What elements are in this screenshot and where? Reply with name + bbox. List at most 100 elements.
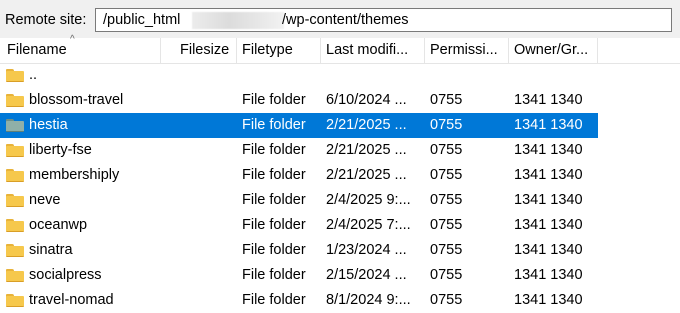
file-name-cell: membershiply xyxy=(29,167,120,183)
file-type-cell: File folder xyxy=(242,142,306,158)
file-size-cell xyxy=(180,63,232,88)
file-name-cell: hestia xyxy=(29,117,68,133)
column-header-permissions[interactable]: Permissi... xyxy=(430,38,506,63)
owner-group-cell: 1341 1340 xyxy=(514,267,583,283)
file-row[interactable]: travel-nomad File folder 8/1/2024 9:... 075… xyxy=(0,288,598,313)
permissions-cell: 0755 xyxy=(430,242,463,258)
file-name-cell: blossom-travel xyxy=(29,92,124,108)
owner-group-cell: 1341 1340 xyxy=(514,217,583,233)
file-name-cell: oceanwp xyxy=(29,217,88,233)
file-type-cell: File folder xyxy=(242,217,306,233)
file-size-cell xyxy=(180,238,232,263)
folder-icon xyxy=(6,144,24,157)
permissions-cell: 0755 xyxy=(430,142,463,158)
folder-icon xyxy=(6,169,24,182)
file-type-cell: File folder xyxy=(242,292,306,308)
last-modified-cell: 2/21/2025 ... xyxy=(326,142,407,158)
file-name-cell: neve xyxy=(29,192,61,208)
permissions-cell xyxy=(430,63,506,88)
file-row[interactable]: neve File folder 2/4/2025 9:... 0755 1341 13… xyxy=(0,188,598,213)
file-row[interactable]: hestia File folder 2/21/2025 ... 0755 1341 1… xyxy=(0,113,598,138)
file-row[interactable]: liberty-fse File folder 2/21/2025 ... 0755 1… xyxy=(0,138,598,163)
file-size-cell xyxy=(180,88,232,113)
owner-group-cell: 1341 1340 xyxy=(514,292,583,308)
redacted-path-segment xyxy=(192,12,284,29)
column-header-last-modified[interactable]: Last modifi... xyxy=(326,38,422,63)
file-size-cell xyxy=(180,213,232,238)
remote-site-bar: Remote site: /public_html /wp-content/th… xyxy=(0,0,680,38)
column-divider[interactable] xyxy=(236,38,237,63)
file-row[interactable]: oceanwp File folder 2/4/2025 7:... 0755 1341… xyxy=(0,213,598,238)
file-name-cell: travel-nomad xyxy=(29,292,114,308)
column-divider[interactable] xyxy=(320,38,321,63)
file-type-cell xyxy=(242,63,320,88)
file-size-cell xyxy=(180,113,232,138)
folder-icon xyxy=(6,244,24,257)
folder-icon xyxy=(6,294,24,307)
owner-group-cell: 1341 1340 xyxy=(514,242,583,258)
file-name-cell: socialpress xyxy=(29,267,102,283)
file-type-cell: File folder xyxy=(242,167,306,183)
file-name-cell: .. xyxy=(29,67,38,83)
permissions-cell: 0755 xyxy=(430,92,463,108)
permissions-cell: 0755 xyxy=(430,117,463,133)
file-size-cell xyxy=(180,288,232,313)
owner-group-cell: 1341 1340 xyxy=(514,192,583,208)
last-modified-cell: 1/23/2024 ... xyxy=(326,242,407,258)
file-row[interactable]: blossom-travel File folder 6/10/2024 ... 07… xyxy=(0,88,598,113)
owner-group-cell xyxy=(514,63,596,88)
folder-icon xyxy=(6,69,24,82)
sort-ascending-icon: ^ xyxy=(70,34,75,45)
remote-path-end: /wp-content/themes xyxy=(282,12,409,28)
permissions-cell: 0755 xyxy=(430,292,463,308)
folder-icon xyxy=(6,94,24,107)
file-type-cell: File folder xyxy=(242,117,306,133)
permissions-cell: 0755 xyxy=(430,167,463,183)
permissions-cell: 0755 xyxy=(430,267,463,283)
folder-icon xyxy=(6,219,24,232)
owner-group-cell: 1341 1340 xyxy=(514,92,583,108)
last-modified-cell: 2/21/2025 ... xyxy=(326,117,407,133)
file-name-cell: sinatra xyxy=(29,242,73,258)
remote-site-label: Remote site: xyxy=(5,12,87,28)
folder-icon xyxy=(6,269,24,282)
last-modified-cell xyxy=(326,63,422,88)
folder-icon xyxy=(6,119,24,132)
folder-icon xyxy=(6,194,24,207)
column-divider[interactable] xyxy=(424,38,425,63)
column-divider[interactable] xyxy=(160,38,161,63)
file-size-cell xyxy=(180,138,232,163)
column-divider[interactable] xyxy=(508,38,509,63)
remote-path-input[interactable]: /public_html /wp-content/themes xyxy=(95,8,672,32)
column-header-filename[interactable]: Filename xyxy=(7,38,157,63)
owner-group-cell: 1341 1340 xyxy=(514,117,583,133)
file-type-cell: File folder xyxy=(242,92,306,108)
permissions-cell: 0755 xyxy=(430,217,463,233)
last-modified-cell: 2/4/2025 9:... xyxy=(326,192,411,208)
file-type-cell: File folder xyxy=(242,267,306,283)
last-modified-cell: 8/1/2024 9:... xyxy=(326,292,411,308)
column-header-filetype[interactable]: Filetype xyxy=(242,38,317,63)
file-name-cell: liberty-fse xyxy=(29,142,92,158)
last-modified-cell: 2/21/2025 ... xyxy=(326,167,407,183)
file-row[interactable]: socialpress File folder 2/15/2024 ... 0755 1… xyxy=(0,263,598,288)
last-modified-cell: 2/15/2024 ... xyxy=(326,267,407,283)
file-row[interactable]: sinatra File folder 1/23/2024 ... 0755 1341 … xyxy=(0,238,598,263)
remote-path-start: /public_html xyxy=(103,12,181,28)
owner-group-cell: 1341 1340 xyxy=(514,142,583,158)
file-size-cell xyxy=(180,188,232,213)
permissions-cell: 0755 xyxy=(430,192,463,208)
file-size-cell xyxy=(180,163,232,188)
last-modified-cell: 2/4/2025 7:... xyxy=(326,217,411,233)
column-header-owner-group[interactable]: Owner/Gr... xyxy=(514,38,596,63)
owner-group-cell: 1341 1340 xyxy=(514,167,583,183)
file-row[interactable]: membershiply File folder 2/21/2025 ... 0755… xyxy=(0,163,598,188)
file-size-cell xyxy=(180,263,232,288)
file-row[interactable]: .. xyxy=(0,63,598,88)
file-type-cell: File folder xyxy=(242,192,306,208)
last-modified-cell: 6/10/2024 ... xyxy=(326,92,407,108)
file-type-cell: File folder xyxy=(242,242,306,258)
column-header-filesize[interactable]: Filesize xyxy=(180,38,235,63)
file-list-header: Filename Filesize Filetype Last modifi..… xyxy=(0,38,680,64)
column-divider[interactable] xyxy=(597,38,598,63)
